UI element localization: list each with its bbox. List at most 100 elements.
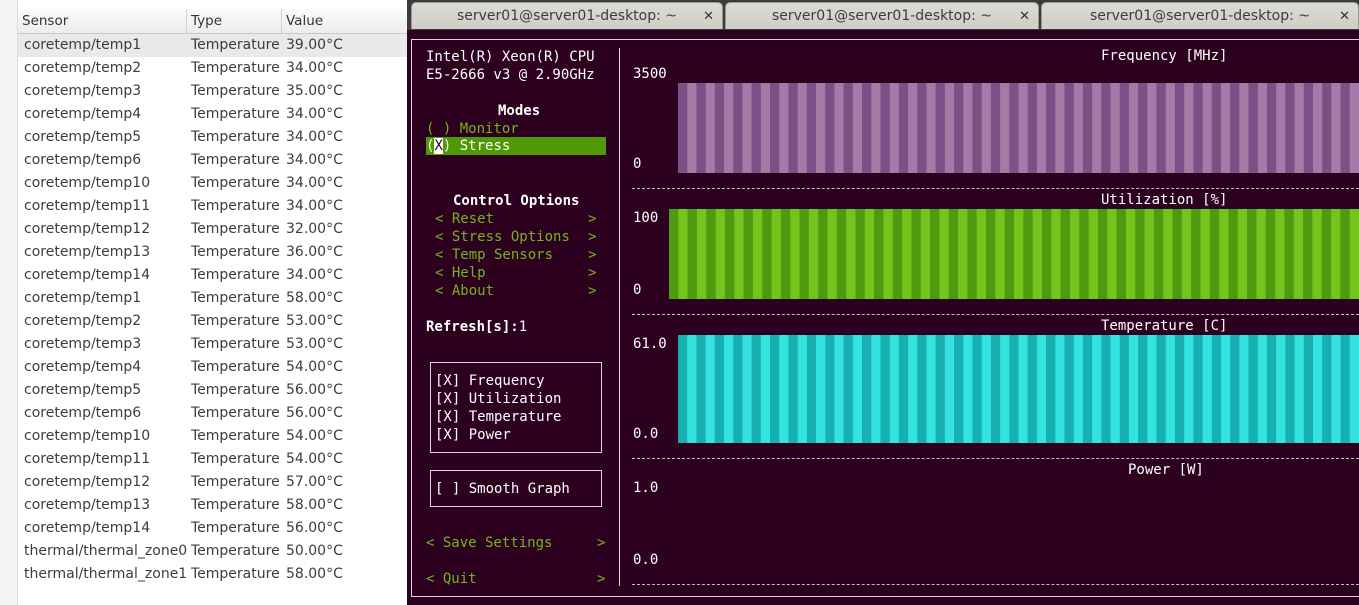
terminal-tab-2[interactable]: server01@server01-desktop: ~ ✕ bbox=[725, 2, 1039, 29]
type-cell: Temperature bbox=[191, 244, 280, 260]
column-header-type[interactable]: Type bbox=[187, 9, 282, 33]
value-cell: 54.00°C bbox=[286, 451, 343, 467]
table-row[interactable]: thermal/thermal_zone0 Temperature 50.00°C bbox=[18, 540, 407, 563]
sensor-cell: coretemp/temp14 bbox=[24, 267, 151, 283]
graph-bar bbox=[743, 209, 754, 299]
graph-bar bbox=[1064, 335, 1075, 443]
table-row[interactable]: coretemp/temp3 Temperature 35.00°C bbox=[18, 80, 407, 103]
table-row[interactable]: coretemp/temp4 Temperature 54.00°C bbox=[18, 356, 407, 379]
tab-title: server01@server01-desktop: ~ bbox=[1089, 8, 1311, 24]
graph-bar bbox=[779, 83, 789, 173]
graph-bar bbox=[880, 83, 890, 173]
refresh-setting[interactable]: Refresh[s]:1 bbox=[426, 318, 527, 336]
table-row[interactable]: coretemp/temp10 Temperature 54.00°C bbox=[18, 425, 407, 448]
toggle-temperature[interactable]: [X] Temperature bbox=[435, 408, 561, 426]
power-max-label: 1.0 bbox=[633, 480, 659, 496]
table-row[interactable]: coretemp/temp5 Temperature 34.00°C bbox=[18, 126, 407, 149]
graph-bar bbox=[733, 83, 743, 173]
graph-bar bbox=[790, 209, 800, 299]
table-row[interactable]: coretemp/temp2 Temperature 34.00°C bbox=[18, 57, 407, 80]
mode-monitor[interactable]: ( ) Monitor bbox=[426, 120, 519, 138]
graph-bar bbox=[843, 335, 854, 443]
table-row[interactable]: coretemp/temp6 Temperature 34.00°C bbox=[18, 149, 407, 172]
close-icon[interactable]: ✕ bbox=[1019, 3, 1030, 30]
table-row[interactable]: coretemp/temp1 Temperature 58.00°C bbox=[18, 287, 407, 310]
power-graph-title: Power [W] bbox=[1128, 462, 1204, 478]
table-row[interactable]: coretemp/temp2 Temperature 53.00°C bbox=[18, 310, 407, 333]
value-cell: 35.00°C bbox=[286, 83, 343, 99]
graph-bar bbox=[797, 83, 808, 173]
tab-title: server01@server01-desktop: ~ bbox=[771, 8, 993, 24]
value-cell: 34.00°C bbox=[286, 106, 343, 122]
toggle-frequency[interactable]: [X] Frequency bbox=[435, 372, 545, 390]
graph-bar bbox=[852, 335, 863, 443]
graph-bar bbox=[1266, 335, 1277, 443]
graph-bar bbox=[967, 209, 977, 299]
close-icon[interactable]: ✕ bbox=[1339, 3, 1350, 30]
control-menu-item[interactable]: < Stress Options bbox=[435, 228, 570, 246]
graph-bar bbox=[834, 335, 844, 443]
graph-bar bbox=[770, 83, 780, 173]
toggle-smooth-graph[interactable]: [ ] Smooth Graph bbox=[435, 480, 570, 498]
sensor-cell: coretemp/temp10 bbox=[24, 428, 151, 444]
graph-bar bbox=[1032, 209, 1043, 299]
graph-bar bbox=[752, 209, 763, 299]
graph-bar bbox=[981, 83, 992, 173]
graph-bar bbox=[892, 209, 903, 299]
control-menu-item[interactable]: < Temp Sensors bbox=[435, 246, 553, 264]
toggle-utilization[interactable]: [X] Utilization bbox=[435, 390, 561, 408]
graph-bar bbox=[917, 335, 927, 443]
table-row[interactable]: coretemp/temp13 Temperature 36.00°C bbox=[18, 241, 407, 264]
column-header-value[interactable]: Value bbox=[282, 9, 407, 33]
graph-bar bbox=[1294, 335, 1305, 443]
terminal-content[interactable]: Intel(R) Xeon(R) CPU E5-2666 v3 @ 2.90GH… bbox=[407, 30, 1359, 605]
table-row[interactable]: coretemp/temp14 Temperature 56.00°C bbox=[18, 517, 407, 540]
terminal-tab-1[interactable]: server01@server01-desktop: ~ ✕ bbox=[411, 2, 723, 29]
terminal-tab-3[interactable]: server01@server01-desktop: ~ ✕ bbox=[1041, 2, 1359, 29]
table-row[interactable]: coretemp/temp12 Temperature 57.00°C bbox=[18, 471, 407, 494]
table-row[interactable]: coretemp/temp3 Temperature 53.00°C bbox=[18, 333, 407, 356]
type-cell: Temperature bbox=[191, 152, 280, 168]
graph-bar bbox=[1312, 209, 1322, 299]
graph-bar bbox=[852, 83, 863, 173]
graph-bar bbox=[1202, 83, 1213, 173]
utilization-graph-title: Utilization [%] bbox=[1101, 192, 1228, 208]
table-row[interactable]: coretemp/temp4 Temperature 34.00°C bbox=[18, 103, 407, 126]
control-menu-item[interactable]: < Reset bbox=[435, 210, 494, 228]
table-row[interactable]: coretemp/temp5 Temperature 56.00°C bbox=[18, 379, 407, 402]
sensor-cell: coretemp/temp5 bbox=[24, 129, 142, 145]
value-cell: 57.00°C bbox=[286, 474, 343, 490]
graph-bar bbox=[1322, 83, 1332, 173]
quit-button[interactable]: < Quit bbox=[426, 570, 477, 588]
graph-bar bbox=[1285, 335, 1295, 443]
mode-stress[interactable]: (X) Stress bbox=[426, 137, 606, 155]
table-row[interactable]: coretemp/temp12 Temperature 32.00°C bbox=[18, 218, 407, 241]
graph-bar bbox=[846, 209, 856, 299]
graph-bar bbox=[1209, 209, 1220, 299]
table-row[interactable]: coretemp/temp14 Temperature 34.00°C bbox=[18, 264, 407, 287]
table-row[interactable]: coretemp/temp13 Temperature 58.00°C bbox=[18, 494, 407, 517]
table-row[interactable]: thermal/thermal_zone1 Temperature 58.00°C bbox=[18, 563, 407, 586]
save-settings-button[interactable]: < Save Settings bbox=[426, 534, 552, 552]
type-cell: Temperature bbox=[191, 405, 280, 421]
table-row[interactable]: coretemp/temp1 Temperature 39.00°C bbox=[18, 34, 407, 57]
graph-bar bbox=[1184, 83, 1194, 173]
control-menu-item[interactable]: < Help bbox=[435, 264, 486, 282]
close-icon[interactable]: ✕ bbox=[703, 3, 714, 30]
toggle-power[interactable]: [X] Power bbox=[435, 426, 511, 444]
graph-bar bbox=[1041, 209, 1052, 299]
table-row[interactable]: coretemp/temp11 Temperature 34.00°C bbox=[18, 195, 407, 218]
graph-bar bbox=[883, 209, 894, 299]
graph-bar bbox=[1046, 335, 1056, 443]
graph-bar bbox=[843, 83, 854, 173]
graph-bar bbox=[724, 83, 734, 173]
mode-stress-label: ) Stress bbox=[442, 138, 511, 154]
table-row[interactable]: coretemp/temp10 Temperature 34.00°C bbox=[18, 172, 407, 195]
graph-bar bbox=[1349, 335, 1359, 443]
control-menu-item[interactable]: < About bbox=[435, 282, 494, 300]
graph-bar bbox=[1303, 335, 1314, 443]
table-row[interactable]: coretemp/temp6 Temperature 56.00°C bbox=[18, 402, 407, 425]
column-header-sensor[interactable]: Sensor bbox=[18, 9, 187, 33]
table-row[interactable]: coretemp/temp11 Temperature 54.00°C bbox=[18, 448, 407, 471]
graph-bar bbox=[1107, 209, 1117, 299]
